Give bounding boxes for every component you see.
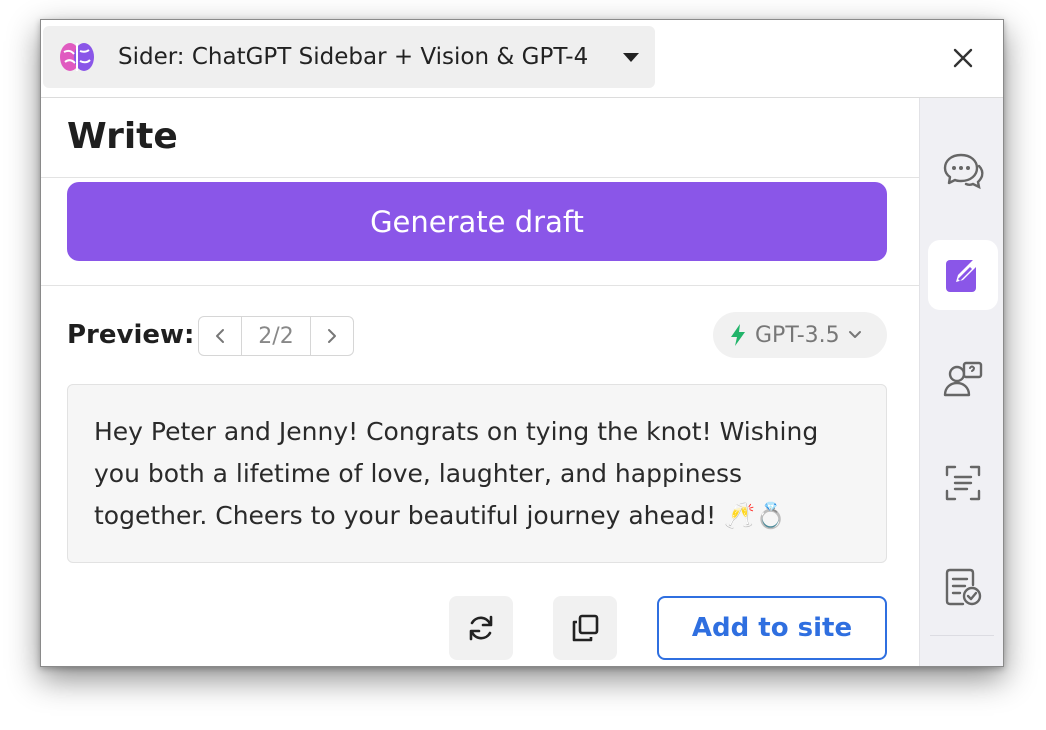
- chevron-left-icon: [216, 329, 224, 343]
- page-title: Write: [67, 116, 178, 157]
- chevron-right-icon: [328, 329, 336, 343]
- scan-text-icon: [945, 465, 981, 501]
- sidebar-item-scan[interactable]: [928, 448, 998, 518]
- close-icon: [953, 48, 973, 68]
- copy-button[interactable]: [553, 596, 617, 660]
- bolt-icon: [731, 324, 745, 346]
- regenerate-button[interactable]: [449, 596, 513, 660]
- page-indicator: 2/2: [241, 317, 311, 355]
- extension-name: Sider: ChatGPT Sidebar + Vision & GPT-4: [118, 44, 589, 70]
- refresh-icon: [469, 615, 493, 641]
- sidebar-item-chat[interactable]: [928, 136, 998, 206]
- preview-text: Hey Peter and Jenny! Congrats on tying t…: [67, 384, 887, 563]
- ask-user-icon: [943, 361, 983, 397]
- model-selector[interactable]: GPT-3.5: [713, 312, 887, 358]
- model-name: GPT-3.5: [755, 322, 840, 348]
- divider: [41, 177, 919, 178]
- chevron-down-icon: [848, 331, 861, 338]
- preview-pager: 2/2: [198, 316, 354, 356]
- title-bar: Sider: ChatGPT Sidebar + Vision & GPT-4: [41, 20, 1003, 98]
- sidebar-rail: [919, 98, 1003, 666]
- sidebar-item-ask[interactable]: [928, 344, 998, 414]
- generate-draft-button[interactable]: Generate draft: [67, 182, 887, 261]
- write-panel: Write Generate draft Preview: 2/2 GPT-3.…: [41, 98, 919, 666]
- checklist-icon: [945, 568, 982, 606]
- sidebar-item-review[interactable]: [928, 552, 998, 622]
- brain-icon: [60, 43, 94, 71]
- sidebar-item-write[interactable]: [928, 240, 998, 310]
- next-page-button[interactable]: [311, 317, 353, 355]
- sider-window: Sider: ChatGPT Sidebar + Vision & GPT-4 …: [40, 19, 1004, 667]
- add-to-site-button[interactable]: Add to site: [657, 596, 887, 660]
- chat-icon: [943, 153, 984, 190]
- divider: [930, 635, 994, 636]
- extension-selector[interactable]: Sider: ChatGPT Sidebar + Vision & GPT-4: [43, 26, 655, 88]
- write-icon: [946, 259, 979, 292]
- divider: [41, 285, 919, 286]
- copy-icon: [572, 614, 599, 642]
- preview-label: Preview:: [67, 320, 195, 350]
- prev-page-button[interactable]: [199, 317, 241, 355]
- close-button[interactable]: [943, 38, 983, 78]
- caret-down-icon[interactable]: [623, 53, 639, 62]
